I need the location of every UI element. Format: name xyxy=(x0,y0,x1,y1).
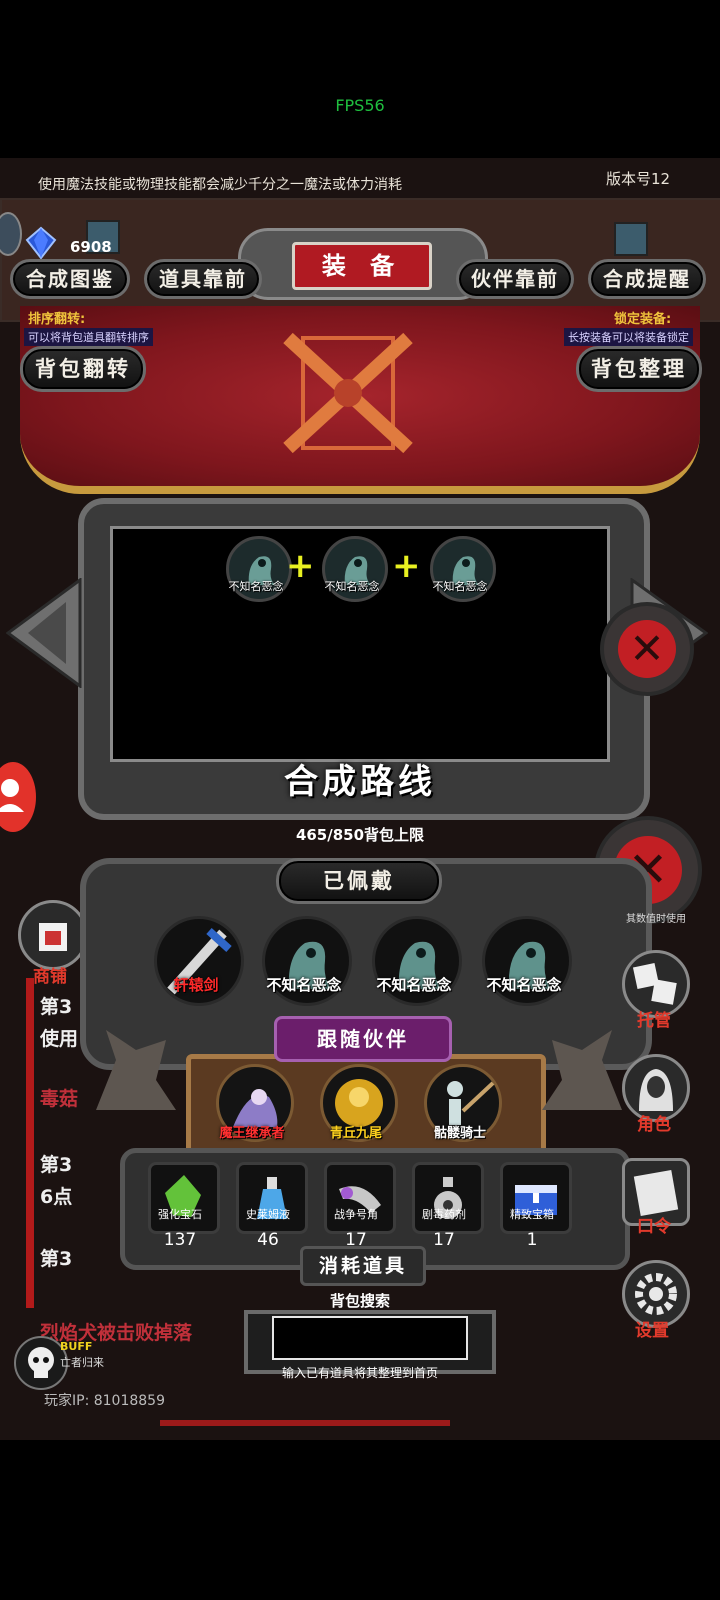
plus-icon: + xyxy=(392,546,421,586)
player-ip: 玩家IP: 81018859 xyxy=(44,1393,165,1409)
gem-icon xyxy=(25,226,57,260)
equip-label: 不知名恶念 xyxy=(266,976,342,994)
search-hint: 输入已有道具将其整理到首页 xyxy=(281,1366,438,1380)
consumable-label: 强化宝石 xyxy=(158,1208,202,1221)
lock-equip-desc: 长按装备可以将装备锁定 xyxy=(564,328,693,346)
close-button[interactable]: ✕ xyxy=(600,602,694,696)
bag-flip-button[interactable]: 背包翻转 xyxy=(20,346,146,392)
chat-avatar-button[interactable] xyxy=(0,762,36,832)
tip-text: 使用魔法技能或物理技能都会减少千分之一魔法或体力消耗 xyxy=(38,177,402,193)
consumable-label: 战争号角 xyxy=(334,1208,378,1221)
search-input[interactable] xyxy=(272,1316,468,1360)
consumable-slot[interactable] xyxy=(500,1162,572,1234)
log-panel-edge xyxy=(26,978,34,1308)
consumable-label: 精致宝箱 xyxy=(510,1208,554,1221)
partner-title: 跟随伙伴 xyxy=(274,1016,452,1062)
equip-label: 不知名恶念 xyxy=(486,976,562,994)
craft-slot-label: 不知名恶念 xyxy=(228,580,284,593)
consumable-slot[interactable] xyxy=(412,1162,484,1234)
consumable-count: 1 xyxy=(526,1230,538,1250)
log-line: 第3 xyxy=(40,1154,73,1176)
gargoyle-left-icon xyxy=(96,1030,176,1110)
log-line: 第3 xyxy=(40,996,73,1018)
sort-flip-title: 排序翻转: xyxy=(28,312,86,327)
consumable-slot[interactable] xyxy=(324,1162,396,1234)
wall-window xyxy=(614,222,648,256)
shop-icon xyxy=(39,923,67,951)
bag-sort-button[interactable]: 背包整理 xyxy=(576,346,702,392)
consumable-label: 剧毒药剂 xyxy=(422,1208,466,1221)
settings-label: 设置 xyxy=(635,1321,669,1341)
buff-sub: 亡者归来 xyxy=(60,1356,104,1369)
search-title: 背包搜索 xyxy=(329,1292,390,1310)
partners-first-button[interactable]: 伙伴靠前 xyxy=(456,259,574,299)
crossed-swords-emblem xyxy=(283,332,413,454)
consumable-slot[interactable] xyxy=(148,1162,220,1234)
shop-button[interactable] xyxy=(18,900,88,970)
craft-slot-label: 不知名恶念 xyxy=(432,580,488,593)
consumable-slot[interactable] xyxy=(236,1162,308,1234)
panel-title: 装 备 xyxy=(292,242,432,290)
partner-label: 青丘九尾 xyxy=(329,1126,382,1141)
fps-counter: FPS56 xyxy=(335,96,385,115)
skull-icon xyxy=(28,1347,54,1378)
log-line: 第3 xyxy=(40,1248,73,1270)
consumables-title: 消耗道具 xyxy=(300,1246,426,1286)
log-line: 毒菇 xyxy=(40,1088,79,1110)
auto-manage-label: 托管 xyxy=(637,1011,671,1031)
character-label: 角色 xyxy=(637,1115,671,1135)
right-pct-hint: 其数值时使用 xyxy=(626,914,686,925)
person-icon xyxy=(0,779,24,812)
compose-reminder-button[interactable]: 合成提醒 xyxy=(588,259,706,299)
game-screen: 使用魔法技能或物理技能都会减少千分之一魔法或体力消耗 版本号12 6908 装 … xyxy=(0,158,720,1440)
equip-label: 不知名恶念 xyxy=(376,976,452,994)
craft-slot-label: 不知名恶念 xyxy=(324,580,380,593)
version-label: 版本号12 xyxy=(606,170,671,188)
plus-icon: + xyxy=(286,546,315,586)
close-icon: ✕ xyxy=(618,620,676,678)
bag-capacity: 465/850背包上限 xyxy=(295,826,425,844)
partner-label: 魔王继承者 xyxy=(219,1126,285,1141)
log-line: 使用 xyxy=(40,1028,79,1050)
prev-arrow-icon[interactable] xyxy=(6,578,82,688)
consumable-count: 46 xyxy=(257,1230,279,1250)
progress-bar xyxy=(160,1420,450,1426)
gargoyle-right-icon xyxy=(542,1030,622,1110)
partner-label: 骷髅骑士 xyxy=(433,1126,486,1141)
consumable-count: 137 xyxy=(163,1230,197,1250)
lock-equip-title: 锁定装备: xyxy=(614,312,672,327)
buff-label: BUFF xyxy=(60,1340,93,1353)
compose-guide-button[interactable]: 合成图鉴 xyxy=(10,259,130,299)
gem-count: 6908 xyxy=(70,238,112,256)
passcode-label: 口令 xyxy=(637,1217,671,1237)
sort-flip-desc: 可以将背包道具翻转排序 xyxy=(24,328,153,346)
equip-label: 轩辕剑 xyxy=(173,976,219,994)
items-first-button[interactable]: 道具靠前 xyxy=(144,259,262,299)
consumable-label: 史莱姆液 xyxy=(246,1208,290,1221)
log-line: 6点 xyxy=(40,1186,73,1208)
equipped-title: 已佩戴 xyxy=(276,858,442,904)
compose-route-title: 合成路线 xyxy=(284,762,436,802)
